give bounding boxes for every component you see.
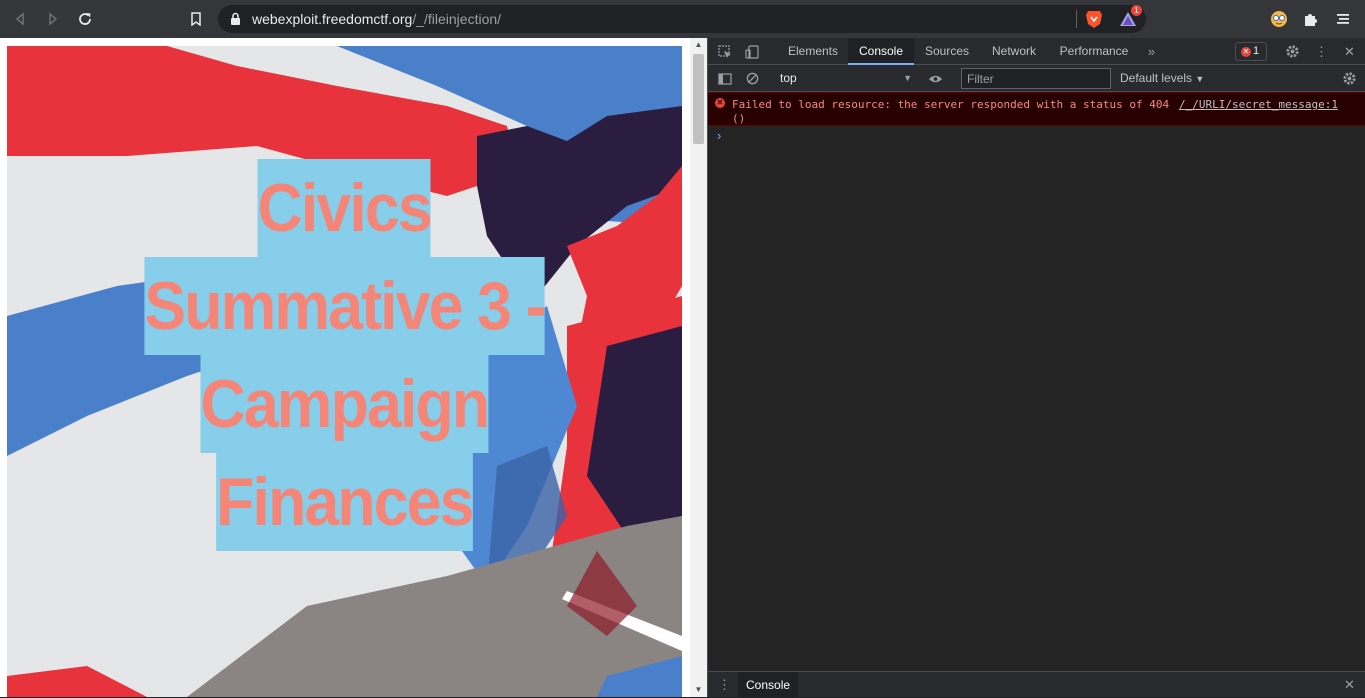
console-filter-input[interactable] <box>961 68 1111 89</box>
title-line-1: Civics <box>257 159 433 257</box>
tab-elements[interactable]: Elements <box>780 38 846 65</box>
puzzle-icon[interactable] <box>1301 9 1321 29</box>
tab-console[interactable]: Console <box>848 38 914 65</box>
lock-icon[interactable] <box>230 12 241 30</box>
levels-label: Default levels <box>1120 71 1193 85</box>
devtools-panel: Elements Console Sources Network Perform… <box>707 38 1365 698</box>
back-arrow-icon[interactable] <box>9 8 31 30</box>
close-drawer-icon[interactable]: ✕ <box>1341 676 1358 693</box>
clear-console-icon[interactable] <box>744 70 761 87</box>
url-text: webexploit.freedomctf.org/_/fileinjectio… <box>252 11 501 27</box>
console-settings-gear-icon[interactable] <box>1341 70 1358 87</box>
scroll-up-icon[interactable]: ▲ <box>694 40 703 49</box>
dropdown-arrow-icon: ▼ <box>903 73 912 83</box>
title-line-3: Campaign <box>200 355 490 453</box>
error-text: Failed to load resource: the server resp… <box>732 98 1170 125</box>
error-count: 1 <box>1253 45 1260 57</box>
poster-image: Civics Summative 3 - Campaign Finances <box>7 46 682 697</box>
title-line-2: Summative 3 - <box>144 257 546 355</box>
url-divider <box>1076 10 1077 28</box>
url-path: /_/fileinjection/ <box>412 11 502 27</box>
inspect-element-icon[interactable] <box>716 43 733 60</box>
live-expression-eye-icon[interactable] <box>927 70 944 87</box>
profile-avatar-icon[interactable] <box>1269 9 1289 29</box>
scroll-thumb[interactable] <box>693 54 704 144</box>
context-value: top <box>780 71 797 85</box>
log-levels-dropdown[interactable]: Default levels ▼ <box>1120 70 1204 88</box>
reload-icon[interactable] <box>74 8 96 30</box>
error-circle-icon: ✕ <box>715 98 725 108</box>
bookmark-icon[interactable] <box>185 8 207 30</box>
console-prompt-caret-icon[interactable]: › <box>717 128 721 143</box>
error-source-link[interactable]: /_/URLI/secret_message:1 <box>1179 98 1338 112</box>
sidebar-toggle-icon[interactable] <box>716 70 733 87</box>
page-viewport: Civics Summative 3 - Campaign Finances ▲… <box>0 38 707 697</box>
url-host: webexploit.freedomctf.org <box>252 11 413 27</box>
close-devtools-icon[interactable]: ✕ <box>1341 43 1358 60</box>
brave-shield-icon[interactable] <box>1084 9 1104 29</box>
hamburger-menu-icon[interactable] <box>1333 9 1353 29</box>
device-toggle-icon[interactable] <box>743 43 760 60</box>
rewards-badge: 1 <box>1131 5 1142 16</box>
drawer-menu-icon[interactable]: ⋮ <box>716 676 733 693</box>
devtools-drawer-bar: ⋮ Console ✕ <box>708 671 1365 698</box>
title-line-4: Finances <box>216 453 475 551</box>
page-title: Civics Summative 3 - Campaign Finances <box>7 159 682 551</box>
browser-toolbar: webexploit.freedomctf.org/_/fileinjectio… <box>0 0 1365 38</box>
more-tabs-icon[interactable]: » <box>1143 43 1160 60</box>
address-bar[interactable]: webexploit.freedomctf.org/_/fileinjectio… <box>218 5 1146 33</box>
tab-network[interactable]: Network <box>981 38 1047 65</box>
levels-arrow-icon: ▼ <box>1195 74 1205 84</box>
console-filter-bar: top ▼ Default levels ▼ <box>708 65 1365 92</box>
console-error-message[interactable]: ✕ Failed to load resource: the server re… <box>708 92 1365 126</box>
error-count-badge[interactable]: ✕ 1 <box>1235 42 1267 61</box>
devtools-tab-bar: Elements Console Sources Network Perform… <box>708 38 1365 65</box>
tab-performance[interactable]: Performance <box>1052 38 1136 65</box>
brave-rewards-icon[interactable]: 1 <box>1118 5 1142 29</box>
tab-sources[interactable]: Sources <box>915 38 979 65</box>
context-selector[interactable]: top ▼ <box>780 70 912 87</box>
scroll-down-icon[interactable]: ▼ <box>694 685 703 694</box>
page-scrollbar[interactable]: ▲ ▼ <box>690 38 707 697</box>
error-icon: ✕ <box>1241 47 1251 57</box>
kebab-menu-icon[interactable]: ⋮ <box>1313 43 1330 60</box>
forward-arrow-icon[interactable] <box>42 8 64 30</box>
drawer-tab-console[interactable]: Console <box>738 672 799 698</box>
settings-gear-icon[interactable] <box>1284 43 1301 60</box>
